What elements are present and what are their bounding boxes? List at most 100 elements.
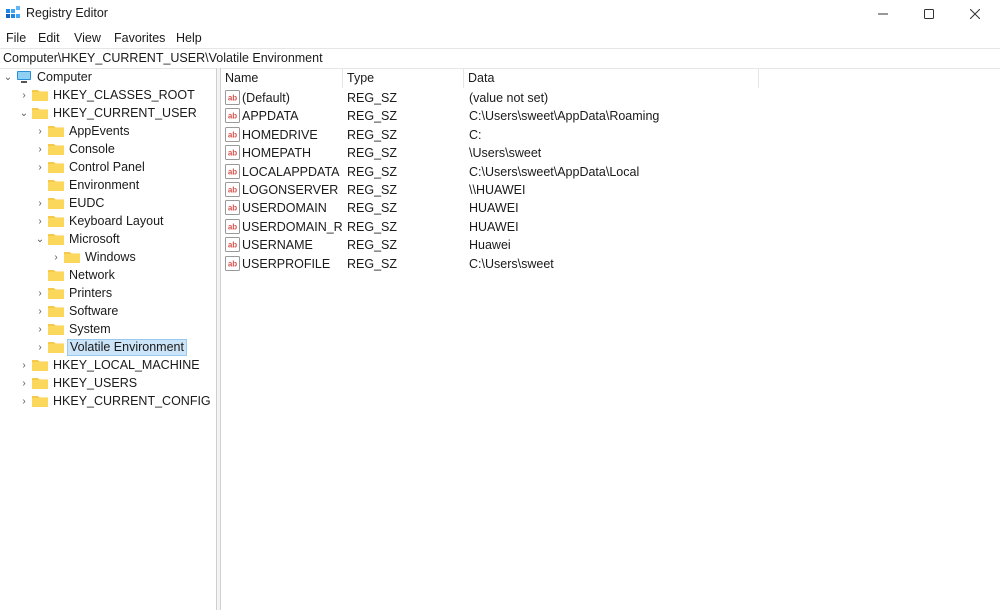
table-row[interactable]: ab USERDOMAIN_R... REG_SZ HUAWEI <box>221 218 1000 236</box>
tree-label: Microsoft <box>69 231 120 246</box>
table-row[interactable]: ab USERDOMAIN REG_SZ HUAWEI <box>221 199 1000 217</box>
tree-label: HKEY_USERS <box>53 375 138 390</box>
string-value-icon: ab <box>225 90 240 105</box>
string-value-icon: ab <box>225 255 240 271</box>
chevron-right-icon[interactable]: › <box>34 194 46 212</box>
menu-file[interactable]: File <box>6 31 26 45</box>
chevron-right-icon[interactable]: › <box>34 122 46 140</box>
tree-node-windows[interactable]: › Windows <box>50 248 138 266</box>
tree-node-printers[interactable]: › Printers <box>34 284 114 302</box>
column-header-name[interactable]: Name <box>221 68 343 88</box>
folder-icon <box>64 252 80 263</box>
tree-node-computer[interactable]: ⌄ Computer <box>2 68 94 86</box>
table-row[interactable]: ab HOMEPATH REG_SZ \Users\sweet <box>221 144 1000 162</box>
tree-label: Software <box>69 303 119 318</box>
tree-node-volatile-environment[interactable]: › Volatile Environment <box>34 338 187 356</box>
tree-label: System <box>69 321 111 336</box>
folder-icon <box>48 144 64 155</box>
tree-label: Computer <box>37 69 92 84</box>
address-bar[interactable]: Computer\HKEY_CURRENT_USER\Volatile Envi… <box>0 48 1000 69</box>
tree-label: Environment <box>69 177 140 192</box>
svg-text:ab: ab <box>228 241 237 250</box>
close-button[interactable] <box>952 0 998 28</box>
tree-label: HKEY_CURRENT_CONFIG <box>53 393 211 408</box>
value-type-cell: REG_SZ <box>347 183 398 197</box>
tree-node-keyboard-layout[interactable]: › Keyboard Layout <box>34 212 166 230</box>
string-value-icon: ab <box>225 200 240 216</box>
value-type-cell: REG_SZ <box>347 256 398 271</box>
chevron-right-icon[interactable]: › <box>34 212 46 230</box>
tree-node-microsoft[interactable]: ⌄ Microsoft <box>34 230 122 248</box>
chevron-down-icon[interactable]: ⌄ <box>2 68 14 86</box>
table-row[interactable]: ab HOMEDRIVE REG_SZ C: <box>221 126 1000 144</box>
minimize-button[interactable] <box>860 0 906 28</box>
svg-text:ab: ab <box>228 186 237 195</box>
table-row[interactable]: ab LOCALAPPDATA REG_SZ C:\Users\sweet\AppDa… <box>221 163 1000 181</box>
tree-node-hkey-local-machine[interactable]: › HKEY_LOCAL_MACHINE <box>18 356 202 374</box>
column-header-data[interactable]: Data <box>464 68 759 88</box>
tree-node-software[interactable]: › Software <box>34 302 120 320</box>
column-header-type[interactable]: Type <box>343 68 464 88</box>
tree-node-hkey-current-config[interactable]: › HKEY_CURRENT_CONFIG <box>18 392 213 410</box>
folder-icon <box>32 108 48 119</box>
table-row[interactable]: ab USERPROFILE REG_SZ C:\Users\sweet <box>221 255 1000 273</box>
string-value-icon: ab <box>225 237 240 253</box>
tree-node-network[interactable]: Network <box>34 266 117 284</box>
tree-node-hkey-classes-root[interactable]: › HKEY_CLASSES_ROOT <box>18 86 197 104</box>
menu-help[interactable]: Help <box>176 31 202 45</box>
menu-view[interactable]: View <box>74 31 101 45</box>
tree-node-eudc[interactable]: › EUDC <box>34 194 106 212</box>
computer-icon <box>17 71 31 83</box>
table-row[interactable]: ab (Default) REG_SZ (value not set) <box>221 89 1000 107</box>
folder-icon <box>48 180 64 191</box>
chevron-right-icon[interactable]: › <box>50 248 62 266</box>
value-name-cell: (Default) <box>242 91 290 105</box>
chevron-right-icon[interactable]: › <box>18 86 30 104</box>
tree-node-system[interactable]: › System <box>34 320 113 338</box>
svg-text:ab: ab <box>228 167 237 176</box>
folder-icon <box>32 378 48 389</box>
string-value-icon: ab <box>225 126 240 142</box>
value-data-cell: HUAWEI <box>469 219 519 234</box>
table-row[interactable]: ab APPDATA REG_SZ C:\Users\sweet\AppData\Ro… <box>221 107 1000 125</box>
tree-node-console[interactable]: › Console <box>34 140 117 158</box>
chevron-down-icon[interactable]: ⌄ <box>18 104 30 122</box>
tree-node-hkey-current-user[interactable]: ⌄ HKEY_CURRENT_USER <box>18 104 199 122</box>
maximize-button[interactable] <box>906 0 952 28</box>
chevron-right-icon[interactable]: › <box>34 284 46 302</box>
svg-text:ab: ab <box>228 130 237 139</box>
folder-icon <box>48 288 64 299</box>
menu-favorites[interactable]: Favorites <box>114 31 165 45</box>
chevron-right-icon[interactable]: › <box>34 302 46 320</box>
tree-label: HKEY_CURRENT_USER <box>53 105 197 120</box>
string-value-icon: ab <box>225 108 240 124</box>
address-path[interactable]: Computer\HKEY_CURRENT_USER\Volatile Envi… <box>3 51 323 65</box>
chevron-right-icon[interactable]: › <box>18 374 30 392</box>
tree-node-control-panel[interactable]: › Control Panel <box>34 158 147 176</box>
menu-edit[interactable]: Edit <box>38 31 60 45</box>
value-data-cell: (value not set) <box>469 91 549 105</box>
chevron-right-icon[interactable]: › <box>34 338 46 356</box>
chevron-down-icon[interactable]: ⌄ <box>34 230 46 248</box>
chevron-right-icon[interactable]: › <box>34 320 46 338</box>
value-name-cell: LOGONSERVER <box>242 183 339 197</box>
tree-label: HKEY_LOCAL_MACHINE <box>53 357 200 372</box>
value-data-cell: C: <box>469 127 482 142</box>
value-type-cell: REG_SZ <box>347 201 398 216</box>
tree-node-hkey-users[interactable]: › HKEY_USERS <box>18 374 139 392</box>
table-row[interactable]: ab LOGONSERVER REG_SZ \\HUAWEI <box>221 181 1000 199</box>
value-name-cell: USERPROFILE <box>242 256 331 271</box>
chevron-right-icon[interactable]: › <box>18 356 30 374</box>
value-type-cell: REG_SZ <box>347 109 398 124</box>
chevron-right-icon[interactable]: › <box>34 140 46 158</box>
chevron-right-icon[interactable]: › <box>34 158 46 176</box>
tree-node-appevents[interactable]: › AppEvents <box>34 122 131 140</box>
table-row[interactable]: ab USERNAME REG_SZ Huawei <box>221 236 1000 254</box>
chevron-right-icon[interactable]: › <box>18 392 30 410</box>
svg-text:ab: ab <box>228 149 237 158</box>
string-value-icon: ab <box>225 218 240 234</box>
svg-text:ab: ab <box>228 222 237 231</box>
tree-node-environment[interactable]: Environment <box>34 176 141 194</box>
tree-label: Windows <box>85 249 136 264</box>
folder-icon <box>48 270 64 281</box>
